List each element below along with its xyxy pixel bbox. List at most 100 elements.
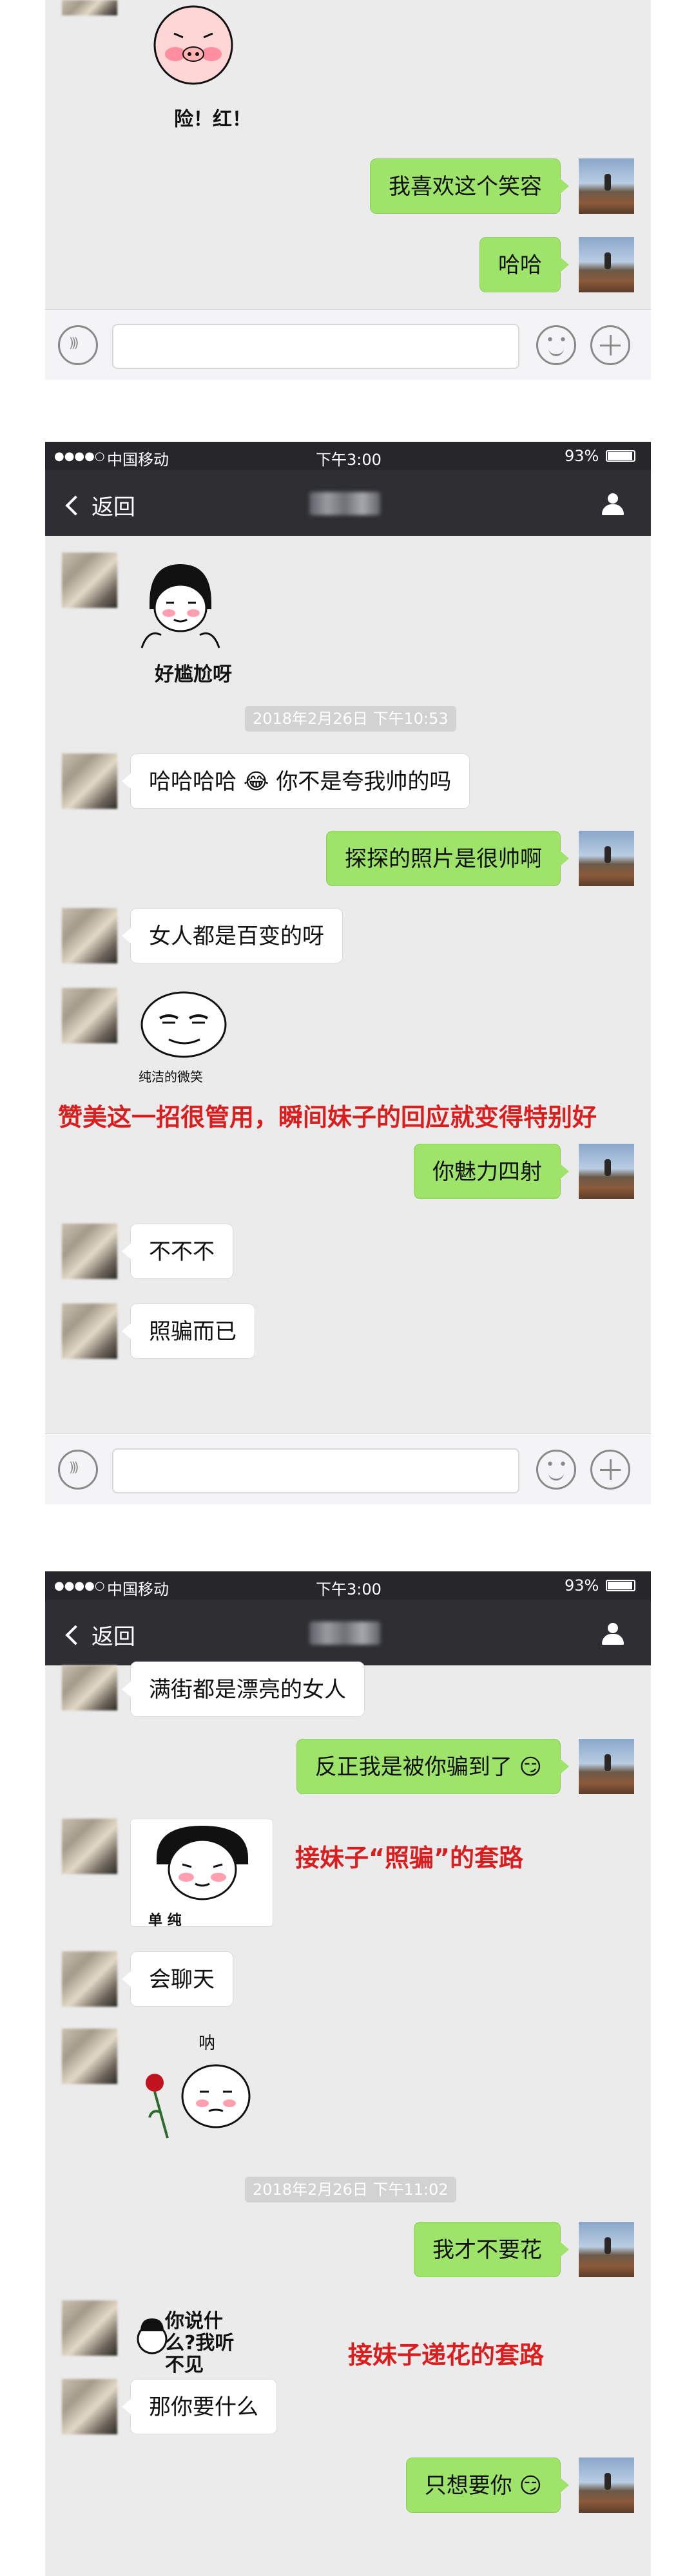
message-text: 哈哈 [498,252,542,278]
back-label: 返回 [92,495,135,520]
carrier: 中国移动 [107,1580,169,1598]
my-avatar[interactable] [579,1739,634,1794]
back-icon [65,495,86,516]
contact-avatar[interactable] [62,1819,117,1874]
message-bubble[interactable]: 照骗而已 [122,1303,255,1359]
sticker-caption: 纯洁的微笑 [139,1069,203,1084]
back-button[interactable]: 返回 [62,489,135,521]
battery-level: 93% [565,447,599,465]
input-bar [45,1434,651,1504]
my-avatar[interactable] [579,2222,634,2277]
status-bar: ●●●●○ 中国移动 下午3:00 93% [45,1571,651,1600]
my-avatar[interactable] [579,2458,634,2513]
contact-avatar[interactable] [62,2379,117,2434]
message-bubble[interactable]: 我喜欢这个笑容 [370,158,569,214]
sticker-caption: 呐 [198,2034,216,2053]
annotation-text: 接妹子“照骗”的套路 [295,1844,523,1872]
contact-avatar[interactable] [62,1951,117,2007]
message-bubble[interactable]: 不不不 [122,1224,233,1279]
message-bubble[interactable]: 只想要你 😏 [405,2458,570,2513]
contact-avatar[interactable] [62,2029,117,2084]
my-avatar[interactable] [579,831,634,886]
plus-icon[interactable] [590,325,630,365]
message-bubble[interactable]: 满街都是漂亮的女人 [122,1662,365,1717]
contact-avatar[interactable] [62,1665,117,1710]
contact-avatar[interactable] [62,988,117,1043]
message-text: 女人都是百变的呀 [149,923,324,949]
input-bar [45,309,651,380]
annotation-text: 赞美这一招很管用，瞬间妹子的回应就变得特别好 [58,1103,597,1132]
message-bubble[interactable]: 会聊天 [122,1951,233,2007]
message-bubble[interactable]: 探探的照片是很帅啊 [326,831,569,886]
battery-level: 93% [565,1577,599,1595]
annotation-text: 接妹子递花的套路 [348,2341,545,2369]
my-avatar[interactable] [579,1144,634,1199]
signal-icon: ●●●●○ [54,1579,105,1593]
message-text: 满街都是漂亮的女人 [149,1677,346,1703]
message-text: 探探的照片是很帅啊 [345,846,542,872]
rose-sticker [135,2035,258,2145]
smirk-sticker [135,989,232,1066]
contact-avatar[interactable] [62,908,117,963]
sticker-caption: 好尴尬呀 [155,663,232,686]
plus-icon[interactable] [590,1450,630,1490]
my-avatar[interactable] [579,237,634,292]
chat-screenshot-3: ●●●●○ 中国移动 下午3:00 93% 返回 满街都是漂亮的女人 反正我是被… [45,1571,651,2576]
signal-icon: ●●●●○ [54,450,105,463]
my-avatar[interactable] [579,158,634,214]
battery-icon [606,450,635,462]
message-text: 我喜欢这个笑容 [389,174,542,200]
blushing-pig-sticker [148,0,238,97]
voice-icon[interactable] [58,1450,98,1490]
contact-avatar[interactable] [62,2300,117,2356]
contact-name-blurred [309,1622,380,1645]
sticker-caption: 险！红！ [174,108,251,131]
message-text: 不不不 [149,1239,215,1265]
contact-avatar[interactable] [62,1303,117,1359]
message-text: 那你要什么 [149,2394,258,2420]
message-bubble[interactable]: 反正我是被你骗到了 😏 [296,1739,570,1794]
nav-bar: 返回 [45,1600,651,1665]
contact-info-icon[interactable] [602,493,624,515]
contact-avatar[interactable] [62,1224,117,1279]
carrier: 中国移动 [107,451,169,469]
timestamp: 2018年2月26日 下午11:02 [245,2177,456,2202]
message-text: 哈哈哈哈 😂 你不是夸我帅的吗 [149,769,452,795]
message-bubble[interactable]: 哈哈 [479,237,569,292]
nav-bar: 返回 [45,470,651,536]
message-text: 只想要你 😏 [424,2473,542,2499]
voice-icon[interactable] [58,325,98,365]
awkward-face-sticker [135,558,226,654]
status-time: 下午3:00 [316,451,382,469]
status-bar: ●●●●○ 中国移动 下午3:00 93% [45,442,651,470]
message-input[interactable] [112,324,519,369]
chat-screenshot-2: ●●●●○ 中国移动 下午3:00 93% 返回 好尴尬呀 2018年2月26日… [45,442,651,1504]
contact-name-blurred [309,492,380,515]
message-bubble[interactable]: 那你要什么 [122,2379,277,2434]
battery-icon [606,1580,635,1591]
contact-info-icon[interactable] [602,1623,624,1645]
message-text: 我才不要花 [432,2237,542,2263]
message-text: 反正我是被你骗到了 😏 [314,1754,542,1780]
back-icon [65,1624,86,1645]
message-text: 会聊天 [149,1967,215,1993]
emoji-icon[interactable] [536,1450,576,1490]
timestamp: 2018年2月26日 下午10:53 [245,706,456,732]
back-label: 返回 [92,1624,135,1650]
message-input[interactable] [112,1448,519,1493]
contact-avatar[interactable] [62,753,117,809]
back-button[interactable]: 返回 [62,1619,135,1651]
chat-screenshot-1: 险！红！ 我喜欢这个笑容 哈哈 [45,0,651,380]
message-text: 你魅力四射 [432,1159,542,1185]
sticker-caption: 单 纯 [148,1913,182,1929]
message-bubble[interactable]: 你魅力四射 [414,1144,569,1199]
emoji-icon[interactable] [536,325,576,365]
message-bubble[interactable]: 女人都是百变的呀 [122,908,343,963]
sticker-caption: 你说什么?我听不见 [165,2310,235,2376]
message-bubble[interactable]: 哈哈哈哈 😂 你不是夸我帅的吗 [121,753,470,809]
contact-avatar[interactable] [62,553,117,608]
contact-avatar[interactable] [62,0,117,15]
message-text: 照骗而已 [149,1319,237,1345]
message-bubble[interactable]: 我才不要花 [414,2222,569,2277]
status-time: 下午3:00 [316,1580,382,1598]
